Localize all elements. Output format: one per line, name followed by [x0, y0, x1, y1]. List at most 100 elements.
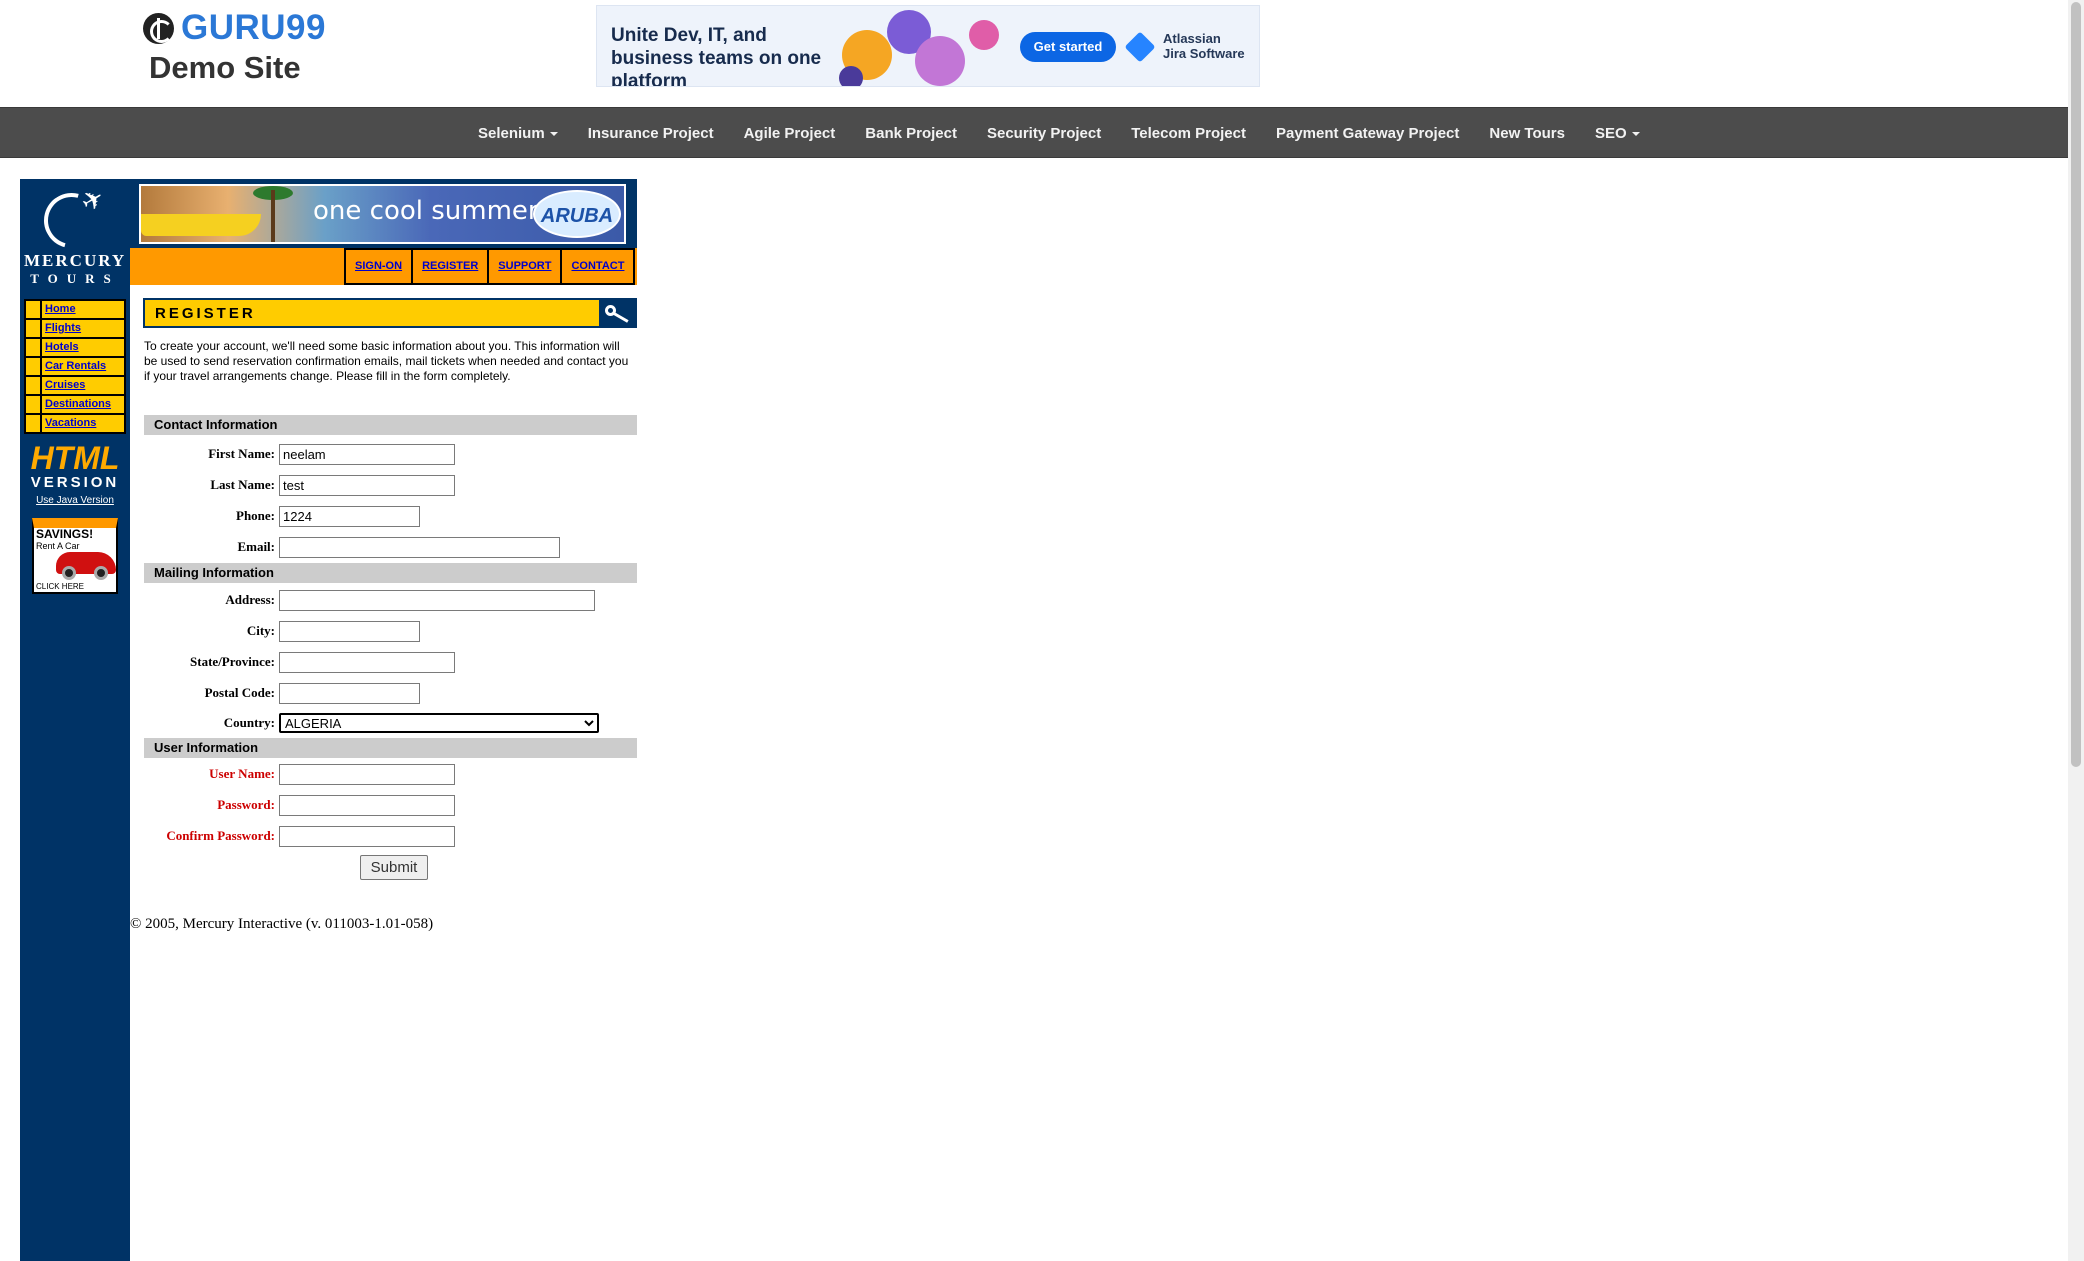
advertisement-banner[interactable]: Unite Dev, IT, and business teams on one… — [596, 5, 1260, 87]
confirm-password-input[interactable] — [279, 826, 455, 847]
first-name-label: First Name: — [208, 446, 275, 461]
aruba-ad-image[interactable]: one cool summer ARUBA — [139, 184, 626, 244]
nav-sign-on[interactable]: SIGN-ON — [346, 248, 414, 285]
ad-person-image — [839, 66, 863, 86]
city-label: City: — [246, 623, 275, 638]
contact-section-header: Contact Information — [144, 415, 637, 435]
mailing-section-header: Mailing Information — [144, 563, 637, 583]
side-nav-link[interactable]: Car Rentals — [42, 358, 124, 375]
html-label: HTML — [30, 440, 120, 476]
phone-label: Phone: — [236, 508, 275, 523]
brand-name: GURU99 — [181, 8, 326, 47]
caret-down-icon — [1631, 132, 1640, 137]
submit-button[interactable]: Submit — [360, 855, 428, 880]
nav-register[interactable]: REGISTER — [413, 248, 490, 285]
register-title: REGISTER — [155, 305, 256, 322]
savings-click-here: CLICK HERE — [36, 582, 85, 591]
side-nav-item-destinations: Destinations — [26, 396, 124, 413]
wheel-icon — [94, 566, 108, 580]
side-nav-link[interactable]: Flights — [42, 320, 124, 337]
side-nav-link[interactable]: Vacations — [42, 415, 124, 432]
side-nav-item-vacations: Vacations — [26, 415, 124, 432]
copyright-text: © 2005, Mercury Interactive (v. 011003-1… — [130, 916, 434, 932]
address-label: Address: — [225, 592, 275, 607]
country-select[interactable]: ALGERIA — [279, 713, 599, 733]
caret-down-icon — [549, 132, 558, 137]
last-name-label: Last Name: — [210, 477, 275, 492]
ad-product-name: Atlassian Jira Software — [1163, 31, 1245, 61]
side-nav-link[interactable]: Destinations — [42, 396, 124, 413]
bullet-icon — [26, 301, 40, 318]
banner-tagline: one cool summer — [313, 196, 539, 226]
main-navbar: Selenium Insurance Project Agile Project… — [0, 107, 2068, 158]
nav-payment-gateway-project[interactable]: Payment Gateway Project — [1261, 125, 1474, 142]
scrollbar-thumb[interactable] — [2071, 2, 2081, 767]
nav-bank-project[interactable]: Bank Project — [850, 125, 972, 142]
nav-label: SEO — [1594, 125, 1627, 142]
password-input[interactable] — [279, 795, 455, 816]
postal-code-label: Postal Code: — [204, 685, 275, 700]
mercury-tours-logo[interactable]: ✈ MERCURY TOURS — [24, 182, 126, 286]
bullet-icon — [26, 377, 40, 394]
side-nav-item-hotels: Hotels — [26, 339, 124, 356]
vertical-scrollbar[interactable] — [2068, 0, 2084, 1261]
jira-logo-icon — [1124, 31, 1156, 63]
email-label: Email: — [237, 539, 275, 554]
side-nav-item-home: Home — [26, 301, 124, 318]
mercury-sidebar: ✈ MERCURY TOURS Home Flights Hotels Car … — [20, 179, 130, 1261]
savings-title: SAVINGS! — [36, 527, 94, 541]
bullet-icon — [26, 320, 40, 337]
first-name-input[interactable] — [279, 444, 455, 465]
side-nav-item-car-rentals: Car Rentals — [26, 358, 124, 375]
side-nav-link[interactable]: Cruises — [42, 377, 124, 394]
raft-graphic — [141, 214, 261, 236]
savings-ad[interactable]: SAVINGS! Rent A Car CLICK HERE — [32, 518, 118, 594]
email-input[interactable] — [279, 537, 560, 558]
site-subtitle: Demo Site — [149, 50, 301, 85]
palm-tree-graphic — [271, 190, 275, 242]
side-nav-item-flights: Flights — [26, 320, 124, 337]
register-title-bar: REGISTER — [143, 298, 637, 328]
key-icon — [599, 300, 635, 326]
side-nav-item-cruises: Cruises — [26, 377, 124, 394]
nav-telecom-project[interactable]: Telecom Project — [1116, 125, 1261, 142]
java-version-link[interactable]: Use Java Version — [20, 495, 130, 506]
ad-person-image — [915, 36, 965, 86]
nav-selenium[interactable]: Selenium — [463, 125, 573, 142]
city-input[interactable] — [279, 621, 420, 642]
ad-get-started-button[interactable]: Get started — [1020, 32, 1116, 62]
last-name-input[interactable] — [279, 475, 455, 496]
nav-contact[interactable]: CONTACT — [562, 248, 636, 285]
postal-code-input[interactable] — [279, 683, 420, 704]
country-label: Country: — [223, 715, 275, 730]
register-intro: To create your account, we'll need some … — [144, 339, 629, 383]
state-label: State/Province: — [190, 654, 275, 669]
ad-product-line1: Atlassian — [1163, 31, 1221, 46]
side-nav-link[interactable]: Hotels — [42, 339, 124, 356]
nav-seo[interactable]: SEO — [1580, 125, 1655, 142]
confirm-password-label: Confirm Password: — [166, 828, 275, 843]
nav-agile-project[interactable]: Agile Project — [729, 125, 851, 142]
aruba-logo: ARUBA — [533, 190, 621, 238]
state-input[interactable] — [279, 652, 455, 673]
address-input[interactable] — [279, 590, 595, 611]
phone-input[interactable] — [279, 506, 420, 527]
nav-support[interactable]: SUPPORT — [489, 248, 563, 285]
username-input[interactable] — [279, 764, 455, 785]
wheel-icon — [62, 566, 76, 580]
nav-security-project[interactable]: Security Project — [972, 125, 1116, 142]
savings-subtitle: Rent A Car — [36, 541, 80, 551]
mercury-logo-sub: TOURS — [30, 271, 120, 286]
nav-new-tours[interactable]: New Tours — [1474, 125, 1580, 142]
guru99-logo-icon — [143, 12, 174, 44]
mercury-top-nav: SIGN-ON REGISTER SUPPORT CONTACT — [130, 248, 637, 285]
ad-product-line2: Jira Software — [1163, 46, 1245, 61]
nav-insurance-project[interactable]: Insurance Project — [573, 125, 729, 142]
side-nav: Home Flights Hotels Car Rentals Cruises … — [24, 299, 126, 434]
bullet-icon — [26, 339, 40, 356]
guru99-logo[interactable]: GURU99 Demo Site — [143, 8, 333, 88]
nav-label: Selenium — [478, 125, 545, 142]
bullet-icon — [26, 358, 40, 375]
ad-headline: Unite Dev, IT, and business teams on one… — [611, 25, 822, 87]
side-nav-link[interactable]: Home — [42, 301, 124, 318]
